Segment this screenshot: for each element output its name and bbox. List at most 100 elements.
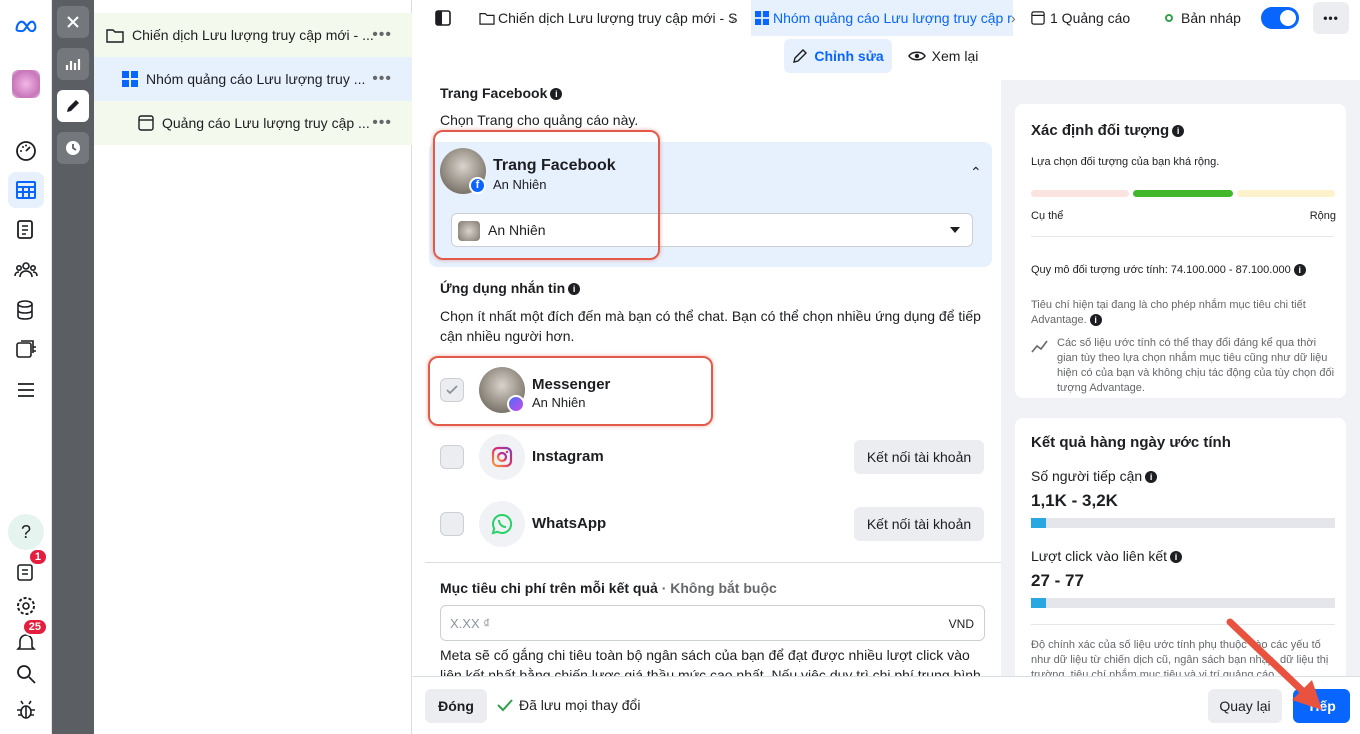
help-icon[interactable]: ?	[8, 514, 44, 550]
breadcrumb-campaign[interactable]: Chiến dịch Lưu lượng truy cập mới - S	[479, 0, 739, 36]
campaign-on-off-toggle[interactable]	[1261, 7, 1299, 29]
trend-chart-icon	[1031, 340, 1048, 353]
reporting-icon[interactable]	[57, 48, 89, 80]
gauge-left-label: Cụ thể	[1031, 210, 1064, 222]
ad-icon	[138, 115, 154, 131]
info-icon[interactable]: i	[550, 88, 563, 101]
breadcrumb-ads[interactable]: 1 Quảng cáo	[1031, 0, 1151, 36]
whatsapp-checkbox[interactable]	[440, 512, 464, 536]
connect-instagram-button[interactable]: Kết nối tài khoản	[854, 440, 984, 474]
reach-label-text: Số người tiếp cận	[1031, 468, 1143, 484]
info-icon[interactable]: i	[1293, 264, 1306, 277]
bug-icon[interactable]	[8, 692, 44, 728]
alerts-icon[interactable]: 25	[8, 618, 48, 660]
notifications-badge: 1	[27, 548, 48, 566]
draft-status-dot-icon	[1165, 14, 1173, 22]
cost-goal-input[interactable]: X.XX ₫ VND	[440, 605, 985, 641]
audience-size: Quy mô đối tượng ước tính: 74.100.000 - …	[1031, 264, 1306, 277]
info-icon[interactable]: i	[568, 283, 581, 296]
notifications-icon[interactable]: 1	[8, 548, 48, 590]
dashboard-icon[interactable]	[8, 132, 44, 168]
messaging-apps-title-text: Ứng dụng nhắn tin	[440, 280, 566, 296]
breadcrumb-campaign-label: Chiến dịch Lưu lượng truy cập mới - S	[498, 10, 738, 26]
annotation-arrow	[1226, 618, 1322, 710]
search-icon[interactable]	[8, 656, 44, 692]
info-icon[interactable]: i	[1172, 125, 1185, 138]
close-button[interactable]: Đóng	[425, 689, 487, 723]
history-icon[interactable]	[57, 132, 89, 164]
reach-label: Số người tiếp cận i	[1031, 468, 1158, 484]
bottom-bar: Đóng Đã lưu mọi thay đổi Quay lại Tiếp	[413, 676, 1360, 734]
cost-goal-title-text: Mục tiêu chi phí trên mỗi kết quả	[440, 580, 658, 596]
ad-icon	[1031, 11, 1045, 25]
breadcrumb-adset[interactable]: Nhóm quảng cáo Lưu lượng truy cập r	[751, 0, 1013, 36]
tree-ad-label: Quảng cáo Lưu lượng truy cập ...	[162, 115, 370, 131]
chevron-up-icon[interactable]: ⌃	[970, 164, 982, 181]
audience-icon[interactable]	[8, 252, 44, 288]
facebook-page-section-title-text: Trang Facebook	[440, 85, 548, 101]
draft-status: Bản nháp	[1165, 0, 1255, 36]
edit-pencil-icon[interactable]	[57, 90, 89, 122]
adset-grid-icon	[122, 71, 138, 87]
gauge-narrow	[1031, 190, 1129, 197]
editor-toolstrip	[52, 0, 94, 734]
cost-currency: VND	[948, 617, 974, 631]
audience-title: Xác định đối tượng i	[1031, 122, 1185, 139]
account-avatar[interactable]	[8, 66, 44, 102]
advantage-note-text: Tiêu chí hiện tại đang là cho phép nhắm …	[1031, 299, 1306, 326]
reach-bar-fill	[1031, 518, 1047, 528]
chevron-right-icon: ›	[1011, 10, 1016, 26]
instagram-label: Instagram	[532, 448, 604, 465]
folder-icon	[479, 13, 495, 25]
cost-goal-optional: · Không bắt buộc	[661, 580, 777, 596]
estimate-note: Các số liệu ước tính có thể thay đổi đán…	[1057, 337, 1335, 394]
gauge-broad	[1237, 190, 1335, 197]
clicks-bar-fill	[1031, 598, 1047, 608]
info-icon[interactable]: i	[1089, 314, 1102, 327]
daily-results-title: Kết quả hàng ngày ước tính	[1031, 434, 1231, 451]
cost-goal-title: Mục tiêu chi phí trên mỗi kết quả · Khôn…	[440, 580, 777, 596]
ad-more-button[interactable]: •••	[372, 114, 392, 132]
catalog-icon[interactable]	[8, 332, 44, 368]
billing-icon[interactable]	[8, 292, 44, 328]
campaign-more-button[interactable]: •••	[372, 26, 392, 44]
info-icon[interactable]: i	[1145, 471, 1158, 484]
whatsapp-label: WhatsApp	[532, 515, 607, 532]
ads-manager-table-icon[interactable]	[8, 172, 44, 208]
menu-icon[interactable]	[8, 372, 44, 408]
highlight-page-box	[433, 130, 660, 260]
saved-status: Đã lưu mọi thay đổi	[497, 697, 640, 713]
connect-whatsapp-button[interactable]: Kết nối tài khoản	[854, 507, 984, 541]
clicks-label: Lượt click vào liên kết i	[1031, 548, 1183, 564]
more-options-button[interactable]: •••	[1313, 2, 1349, 34]
saved-status-label: Đã lưu mọi thay đổi	[519, 697, 641, 713]
meta-logo-icon[interactable]	[8, 8, 44, 44]
chevron-right-icon: ›	[731, 10, 736, 26]
tree-item-adset[interactable]: Nhóm quảng cáo Lưu lượng truy ... •••	[94, 57, 412, 101]
audience-title-text: Xác định đối tượng	[1031, 122, 1170, 139]
clicks-bar	[1031, 598, 1335, 608]
folder-icon	[106, 29, 124, 43]
breadcrumb-adset-label: Nhóm quảng cáo Lưu lượng truy cập r	[773, 10, 1012, 26]
pages-icon[interactable]	[8, 212, 44, 248]
adset-more-button[interactable]: •••	[372, 70, 392, 88]
messaging-apps-desc: Chọn ít nhất một đích đến mà bạn có thể …	[440, 308, 981, 344]
close-editor-icon[interactable]	[57, 6, 89, 38]
gauge-active	[1133, 190, 1233, 197]
pencil-icon	[793, 49, 808, 63]
edit-tab[interactable]: Chỉnh sửa	[784, 39, 892, 73]
top-bar: Chiến dịch Lưu lượng truy cập mới - S › …	[413, 0, 1360, 80]
info-icon[interactable]: i	[1170, 551, 1183, 564]
gauge-right-label: Rộng	[1309, 210, 1336, 222]
facebook-page-section-title: Trang Facebook i	[440, 85, 563, 101]
instagram-icon	[479, 434, 525, 480]
divider	[1031, 236, 1334, 237]
eye-icon	[907, 51, 926, 61]
audience-desc: Lựa chọn đối tượng của bạn khá rộng.	[1031, 156, 1220, 168]
alerts-badge: 25	[21, 618, 48, 636]
tree-item-campaign[interactable]: Chiến dịch Lưu lượng truy cập mới - ... …	[94, 13, 412, 57]
tree-item-ad[interactable]: Quảng cáo Lưu lượng truy cập ... •••	[94, 101, 412, 145]
review-tab[interactable]: Xem lại	[899, 39, 987, 73]
toggle-panel-icon[interactable]	[435, 0, 455, 36]
instagram-checkbox[interactable]	[440, 445, 464, 469]
